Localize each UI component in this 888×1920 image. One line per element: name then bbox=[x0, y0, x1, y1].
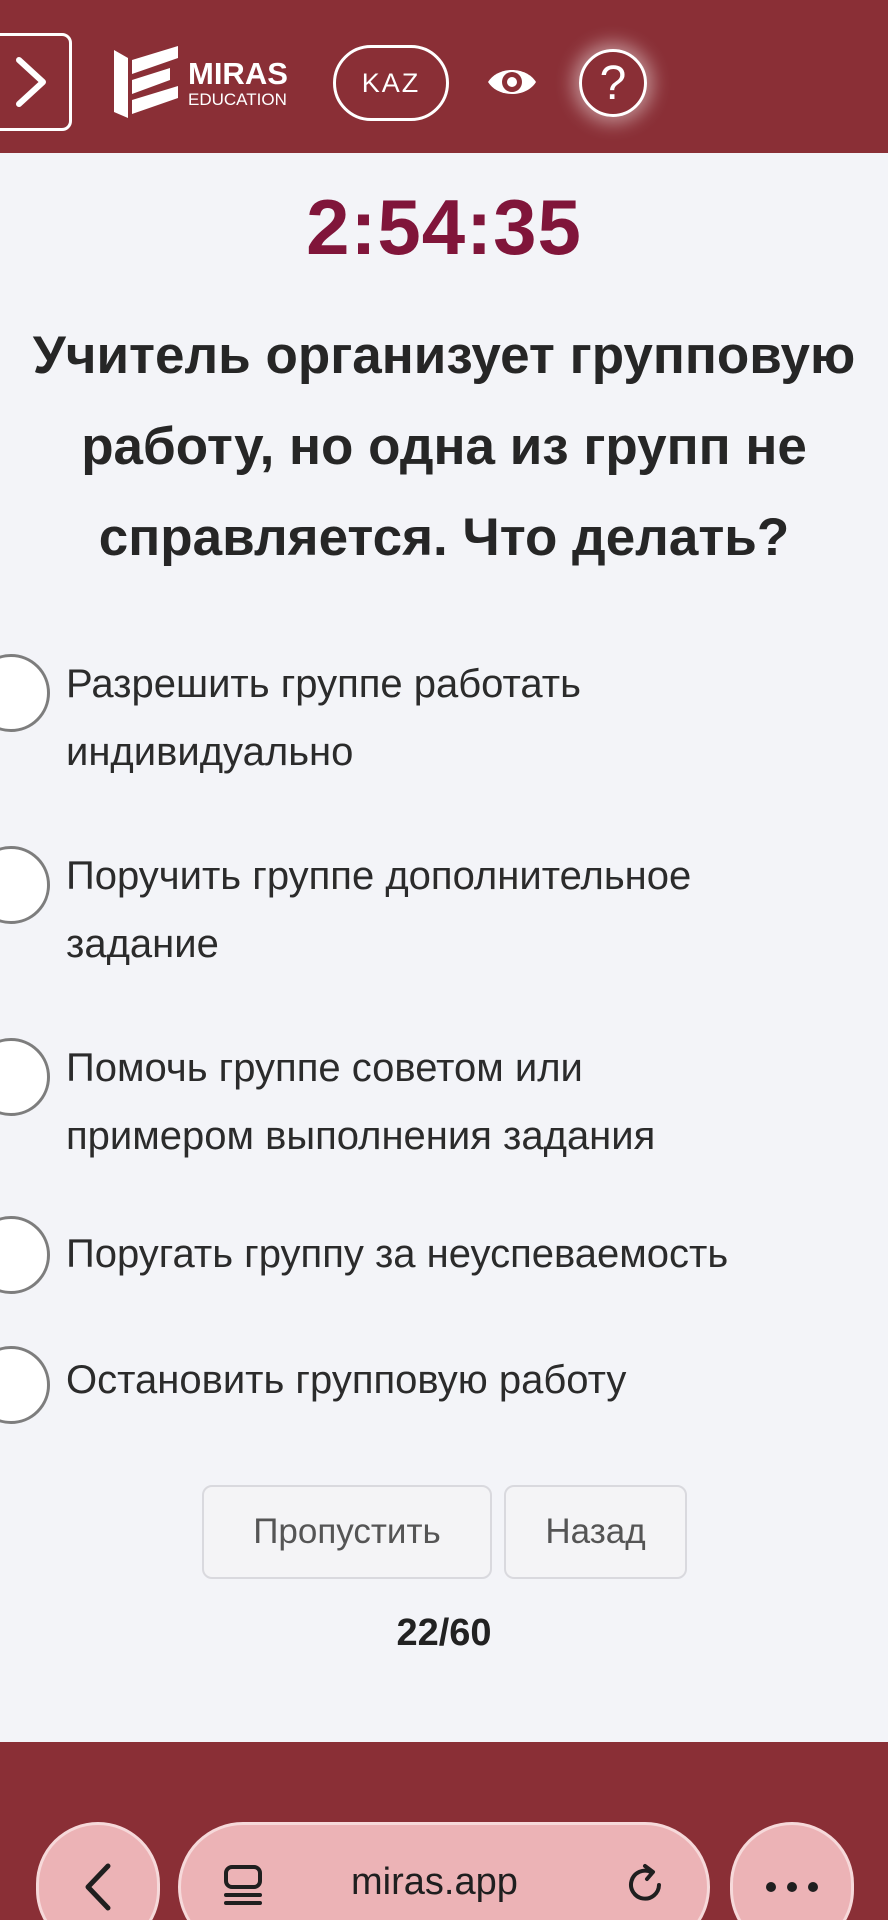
tabs-icon[interactable] bbox=[221, 1863, 265, 1907]
language-button[interactable]: KAZ bbox=[333, 45, 449, 121]
address-bar[interactable]: miras.app bbox=[178, 1822, 710, 1920]
chevron-left-icon bbox=[85, 1863, 111, 1911]
countdown-timer: 2:54:35 bbox=[306, 183, 582, 271]
answer-line: Остановить групповую работу bbox=[66, 1358, 627, 1402]
question-line: справляется. Что делать? bbox=[98, 508, 790, 567]
skip-button[interactable]: Пропустить bbox=[202, 1485, 492, 1579]
answer-line: Поручить группе дополнительное bbox=[66, 854, 692, 898]
miras-logo-icon bbox=[114, 46, 178, 118]
help-button[interactable]: ? bbox=[579, 49, 647, 117]
menu-toggle-button[interactable] bbox=[0, 33, 72, 131]
miras-logo[interactable]: MIRAS EDUCATION bbox=[110, 44, 288, 122]
question-text: Учитель организует групповую работу, но … bbox=[0, 310, 888, 583]
question-line: Учитель организует групповую bbox=[32, 326, 856, 385]
help-icon: ? bbox=[599, 56, 627, 110]
answer-line: задание bbox=[66, 922, 219, 966]
answer-line: Разрешить группе работать bbox=[66, 662, 581, 706]
radio-button[interactable] bbox=[0, 654, 50, 732]
app-header: MIRAS EDUCATION KAZ ? bbox=[0, 0, 888, 153]
radio-button[interactable] bbox=[0, 1346, 50, 1424]
logo-title: MIRAS bbox=[188, 56, 288, 91]
answer-line: примером выполнения задания bbox=[66, 1114, 656, 1158]
radio-button[interactable] bbox=[0, 1216, 50, 1294]
radio-button[interactable] bbox=[0, 1038, 50, 1116]
url-text: miras.app bbox=[351, 1861, 518, 1903]
answer-line: Помочь группе советом или bbox=[66, 1046, 583, 1090]
eye-icon[interactable] bbox=[486, 62, 538, 102]
more-icon bbox=[766, 1882, 818, 1892]
answer-line: индивидуально bbox=[66, 730, 354, 774]
back-button[interactable]: Назад bbox=[504, 1485, 687, 1579]
answer-line: Поругать группу за неуспеваемость bbox=[66, 1232, 729, 1276]
chevron-right-icon bbox=[16, 57, 46, 107]
radio-button[interactable] bbox=[0, 846, 50, 924]
reload-icon[interactable] bbox=[621, 1861, 669, 1909]
question-line: работу, но одна из групп не bbox=[81, 417, 807, 476]
logo-subtitle: EDUCATION bbox=[188, 90, 287, 109]
question-counter: 22/60 bbox=[396, 1612, 492, 1654]
